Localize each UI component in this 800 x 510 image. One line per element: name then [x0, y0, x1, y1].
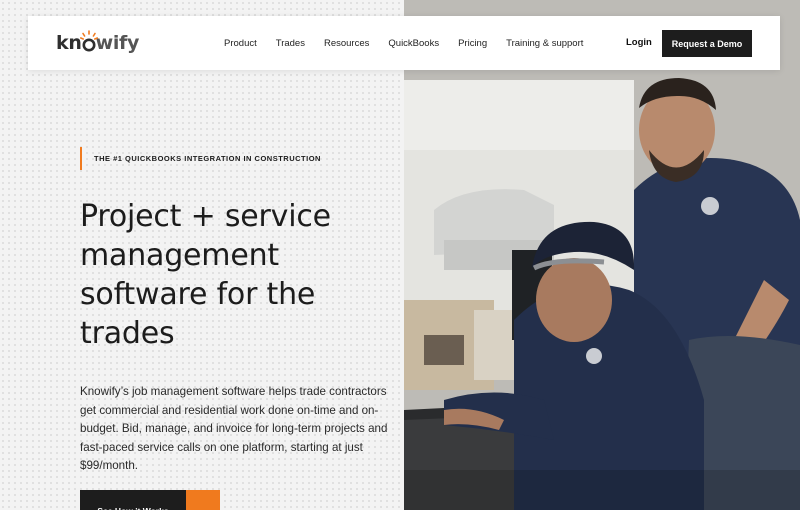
hero-description: Knowify’s job management software helps …: [80, 385, 388, 472]
knowify-logo[interactable]: kn wify: [56, 30, 139, 56]
request-demo-button[interactable]: Request a Demo: [662, 30, 752, 57]
see-how-it-works-button[interactable]: See How it Works →: [80, 490, 220, 510]
site-header: kn wify Product Trades Resources QuickBo…: [28, 16, 780, 70]
cta-label: See How it Works: [80, 490, 186, 510]
login-link[interactable]: Login: [626, 37, 652, 48]
arrow-right-icon: →: [186, 490, 220, 510]
nav-item-pricing[interactable]: Pricing: [458, 38, 487, 49]
nav-item-quickbooks[interactable]: QuickBooks: [388, 38, 439, 49]
nav-item-resources[interactable]: Resources: [324, 38, 369, 49]
hero-image: [404, 0, 800, 510]
hero-eyebrow: THE #1 QUICKBOOKS INTEGRATION IN CONSTRU…: [80, 147, 321, 170]
nav-item-training-support[interactable]: Training & support: [506, 38, 583, 49]
nav-item-product[interactable]: Product: [224, 38, 257, 49]
hero-headline: Project + service management software fo…: [80, 199, 331, 351]
logo-sun-icon: [79, 30, 98, 53]
main-nav: Product Trades Resources QuickBooks Pric…: [224, 16, 602, 70]
logo-text-part2: wify: [95, 32, 140, 54]
logo-text-part1: kn: [56, 32, 82, 54]
nav-item-trades[interactable]: Trades: [276, 38, 305, 49]
